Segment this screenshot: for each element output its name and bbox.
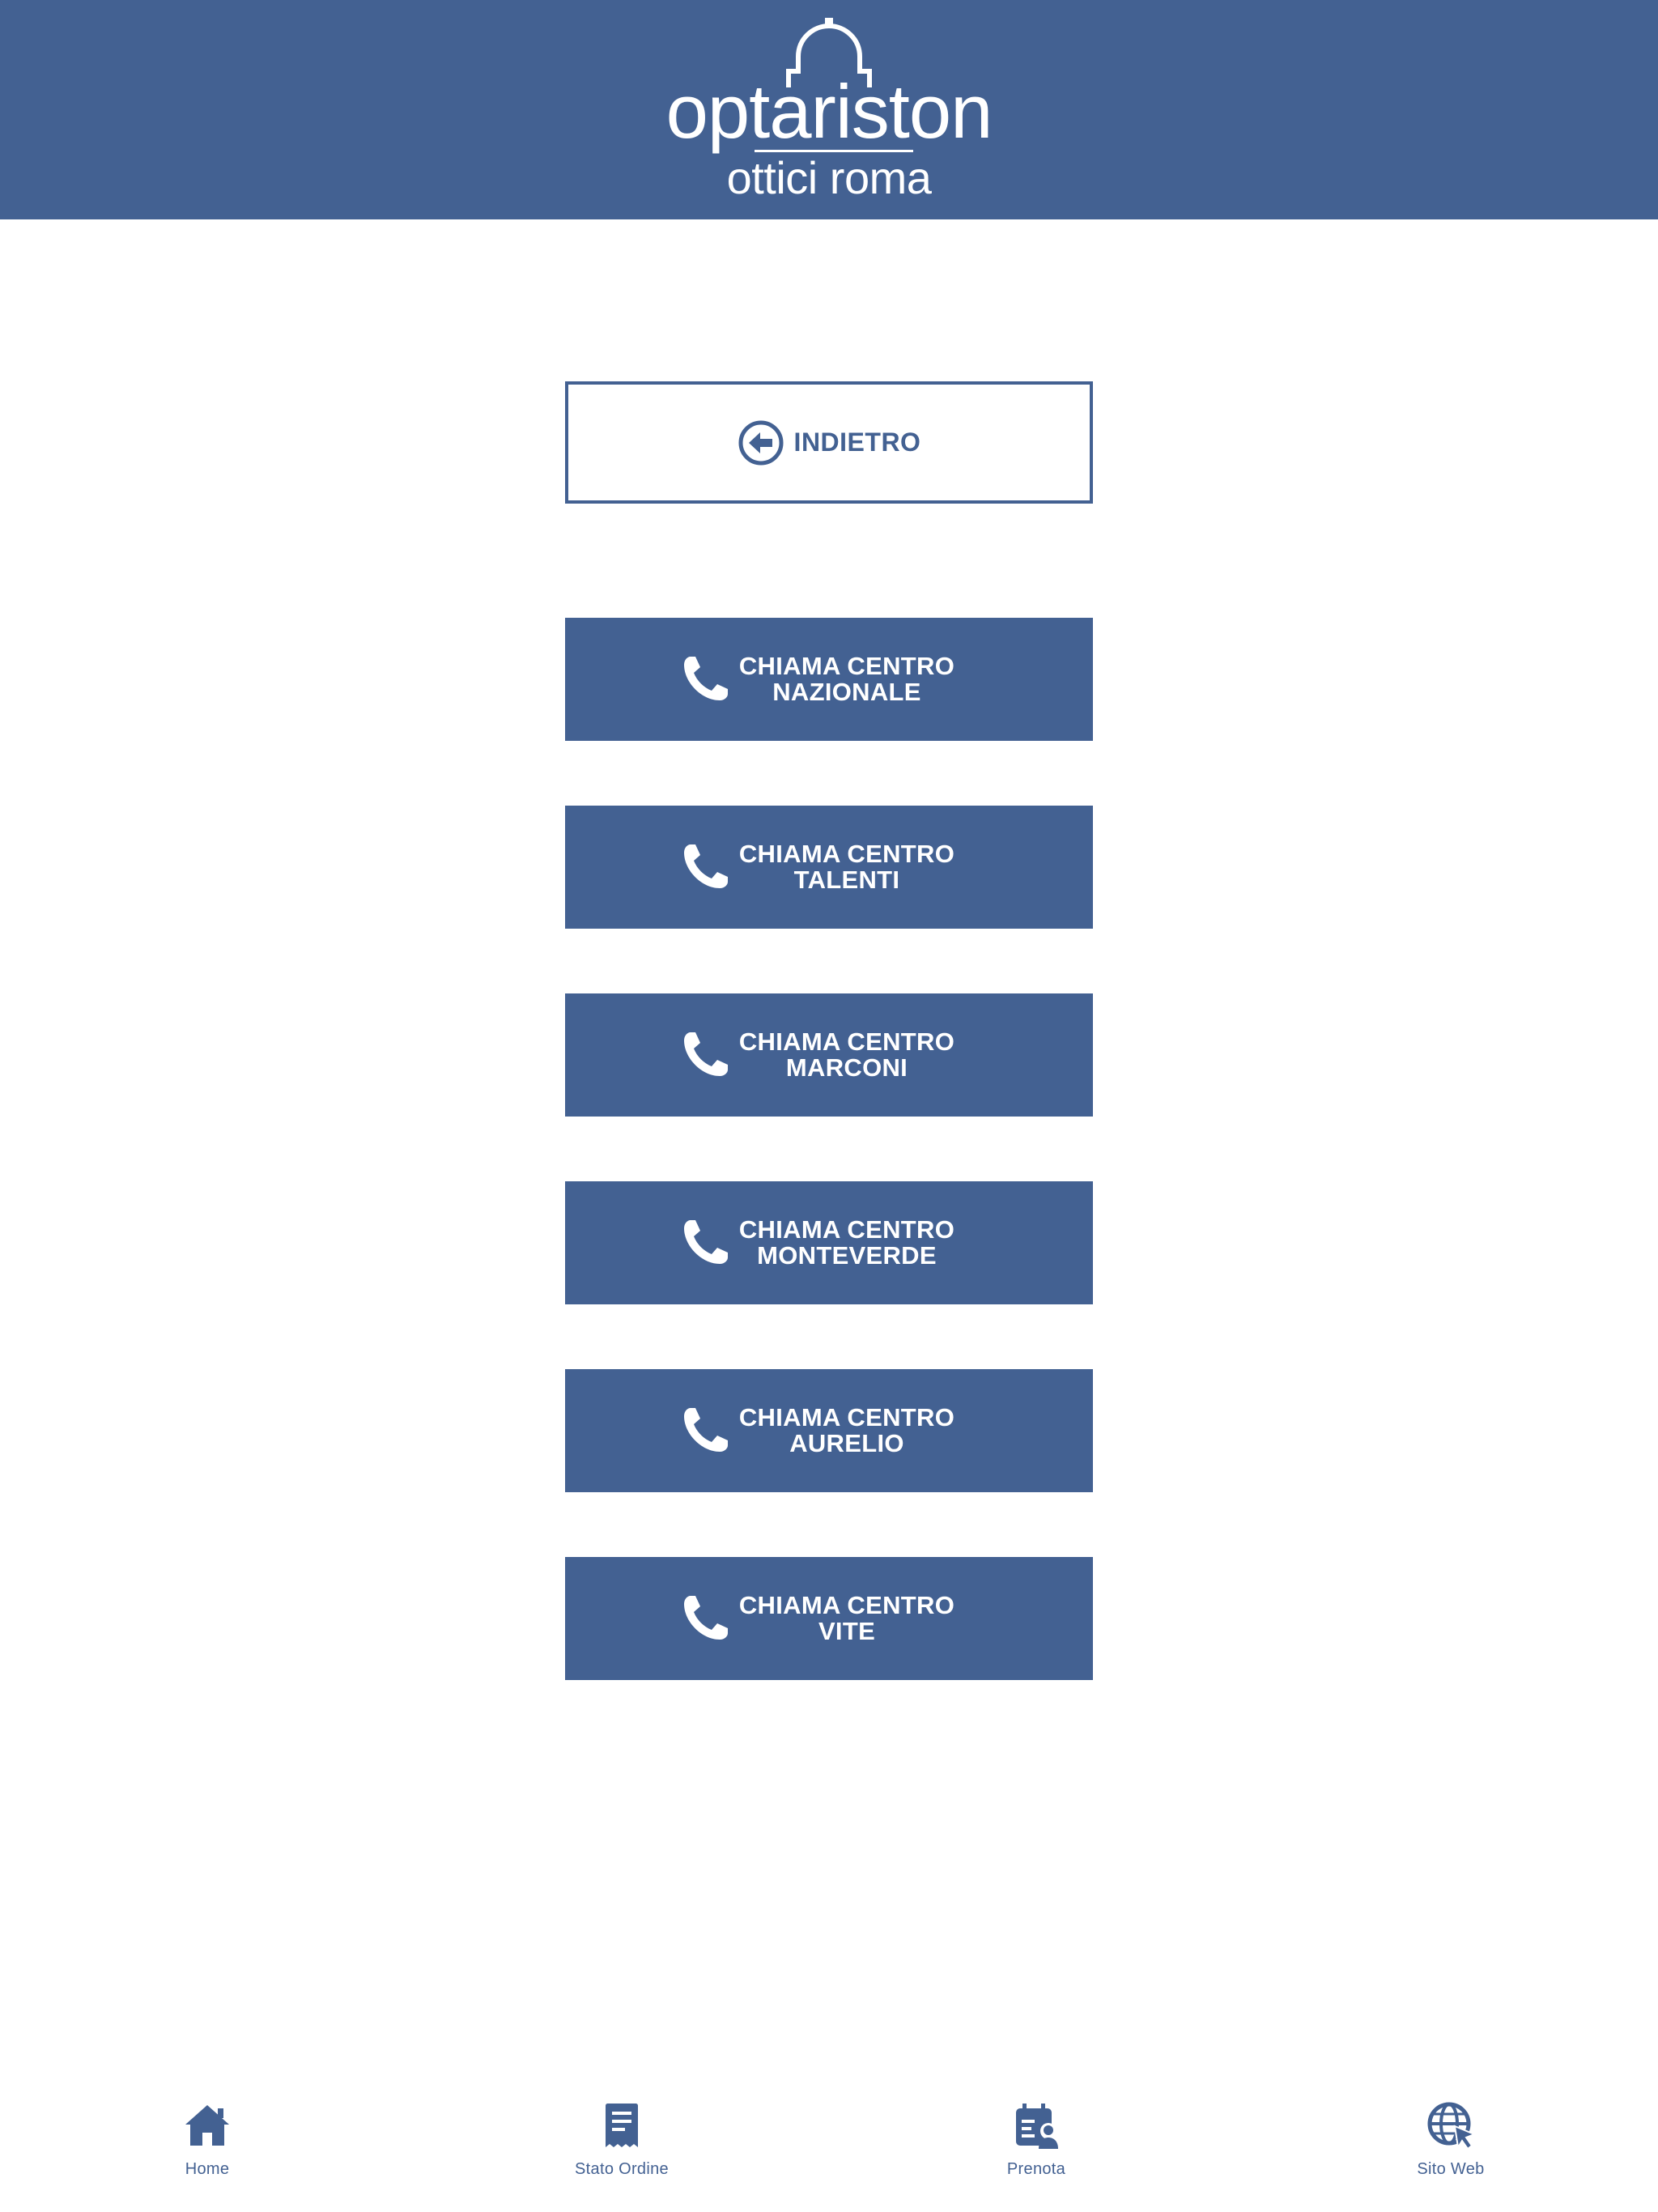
call-button-line2: MARCONI — [785, 1053, 908, 1082]
call-button-line1: CHIAMA CENTRO — [738, 1591, 955, 1619]
arrow-left-circle-icon — [738, 420, 784, 465]
tab-home[interactable]: Home — [102, 2100, 312, 2197]
globe-cursor-icon — [1427, 2102, 1476, 2150]
call-button-line2: NAZIONALE — [772, 678, 921, 706]
call-button-line1: CHIAMA CENTRO — [738, 1027, 955, 1056]
brand-logo: optariston ottici roma — [0, 0, 1658, 219]
tab-label: Home — [185, 2160, 230, 2178]
app-header: optariston ottici roma — [0, 0, 1658, 219]
bottom-tab-bar: Home Stato Ordine Prenota Sito Web — [0, 2081, 1658, 2212]
call-button-line2: VITE — [818, 1617, 876, 1645]
call-button-line1: CHIAMA CENTRO — [738, 652, 955, 680]
tab-label: Sito Web — [1417, 2160, 1485, 2178]
brand-name: optariston — [665, 69, 993, 154]
call-talenti-button[interactable]: CHIAMA CENTRO TALENTI — [565, 806, 1093, 929]
call-button-line2: TALENTI — [793, 866, 900, 894]
tab-stato-ordine[interactable]: Stato Ordine — [517, 2100, 727, 2197]
phone-icon — [683, 1596, 728, 1640]
phone-icon — [683, 657, 728, 700]
phone-icon — [683, 1032, 728, 1076]
calendar-user-icon — [1016, 2104, 1058, 2149]
call-monteverde-button[interactable]: CHIAMA CENTRO MONTEVERDE — [565, 1181, 1093, 1304]
call-aurelio-button[interactable]: CHIAMA CENTRO AURELIO — [565, 1369, 1093, 1492]
phone-icon — [683, 1220, 728, 1264]
call-button-line1: CHIAMA CENTRO — [738, 1403, 955, 1431]
call-marconi-button[interactable]: CHIAMA CENTRO MARCONI — [565, 993, 1093, 1117]
call-nazionale-button[interactable]: CHIAMA CENTRO NAZIONALE — [565, 618, 1093, 741]
tab-sito-web[interactable]: Sito Web — [1346, 2100, 1556, 2197]
phone-icon — [683, 844, 728, 888]
tab-label: Stato Ordine — [575, 2160, 669, 2178]
home-icon — [185, 2105, 229, 2146]
call-vite-button[interactable]: CHIAMA CENTRO VITE — [565, 1557, 1093, 1680]
tab-prenota[interactable]: Prenota — [931, 2100, 1141, 2197]
brand-tagline: ottici roma — [726, 152, 932, 203]
call-button-line2: AURELIO — [789, 1429, 904, 1457]
phone-icon — [683, 1408, 728, 1452]
call-button-line2: MONTEVERDE — [757, 1241, 937, 1270]
back-button[interactable]: INDIETRO — [565, 381, 1093, 504]
back-button-label: INDIETRO — [793, 428, 921, 457]
call-button-line1: CHIAMA CENTRO — [738, 1215, 955, 1244]
call-button-line1: CHIAMA CENTRO — [738, 840, 955, 868]
tab-label: Prenota — [1006, 2160, 1066, 2178]
receipt-icon — [606, 2104, 638, 2147]
